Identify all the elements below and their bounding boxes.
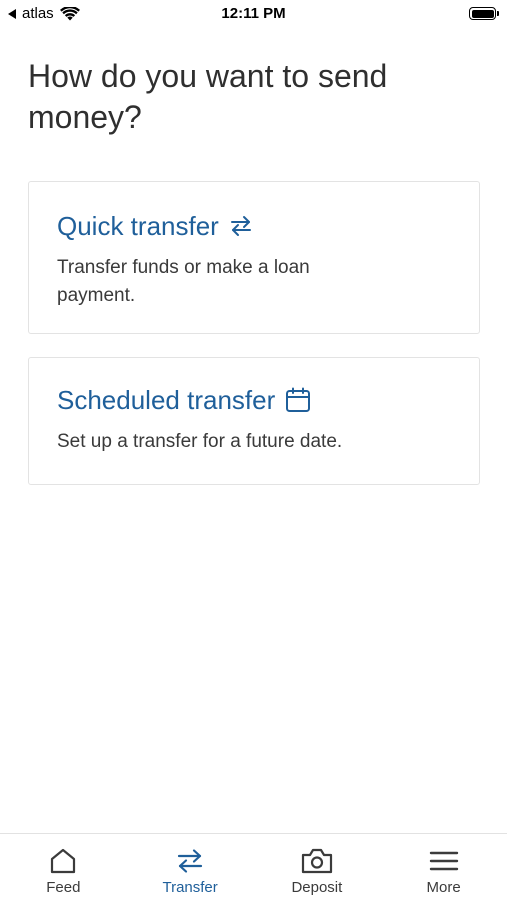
tab-deposit[interactable]: Deposit [254,834,381,900]
tab-bar: Feed Transfer Deposit More [0,833,507,900]
scheduled-transfer-label: Scheduled transfer [57,385,276,415]
status-time: 12:11 PM [221,5,286,22]
calendar-icon [285,387,311,413]
scheduled-transfer-card[interactable]: Scheduled transfer Set up a transfer for… [28,357,480,485]
tab-label-transfer: Transfer [162,879,218,896]
tab-feed[interactable]: Feed [0,834,127,900]
tab-transfer[interactable]: Transfer [127,834,254,900]
quick-transfer-description: Transfer funds or make a loan payment. [57,257,310,306]
tab-more[interactable]: More [380,834,507,900]
battery-icon [469,7,499,20]
tab-label-deposit: Deposit [291,879,343,896]
camera-icon [300,846,334,876]
status-bar: atlas 12:11 PM [0,0,507,30]
transfer-arrows-icon [229,215,253,237]
scheduled-transfer-description: Set up a transfer for a future date. [57,431,343,452]
transfer-arrows-icon [176,846,204,876]
home-icon [49,846,77,876]
page-title: How do you want to send money? [28,58,388,135]
quick-transfer-title[interactable]: Quick transfer [57,210,253,242]
scheduled-transfer-title[interactable]: Scheduled transfer [57,384,311,416]
quick-transfer-card[interactable]: Quick transfer Transfer funds or make a … [28,181,480,334]
tab-label-feed: Feed [46,879,81,896]
quick-transfer-label: Quick transfer [57,211,219,241]
menu-icon [429,846,459,876]
tab-label-more: More [426,879,461,896]
